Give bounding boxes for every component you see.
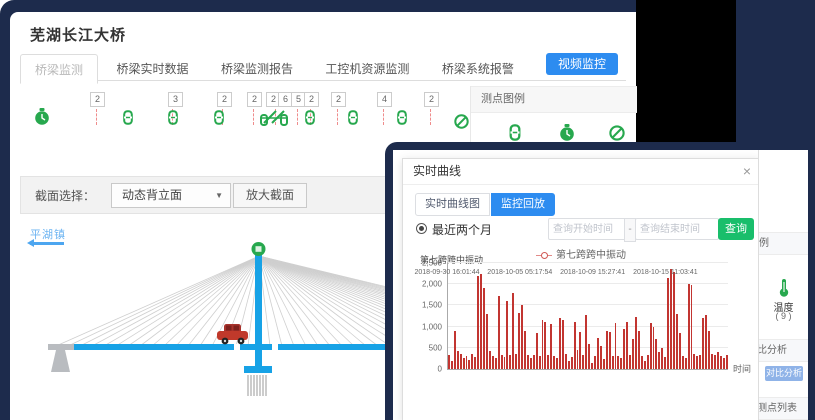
sensor-count-badge: 2 bbox=[304, 92, 319, 107]
chain-link-icon[interactable] bbox=[397, 110, 407, 125]
dialog-header: 实时曲线 × bbox=[403, 159, 759, 185]
chain-link-icon[interactable] bbox=[123, 110, 133, 125]
tab-system-alarm[interactable]: 桥梁系统报警 bbox=[428, 54, 528, 82]
alarm-point-list-title: 报警测点列表 bbox=[759, 397, 808, 420]
video-monitor-button[interactable]: 视频监控 bbox=[546, 53, 618, 75]
dialog-title: 实时曲线 bbox=[413, 164, 461, 178]
dashed-connector bbox=[297, 109, 298, 125]
tab-ipc-resource[interactable]: 工控机资源监测 bbox=[311, 54, 423, 82]
dashed-connector bbox=[96, 109, 97, 125]
chain-link-icon[interactable] bbox=[348, 110, 358, 125]
end-time-input[interactable] bbox=[635, 218, 719, 240]
recent-two-months-radio[interactable] bbox=[416, 223, 427, 234]
chain-link-icon[interactable] bbox=[168, 110, 178, 125]
dashed-connector bbox=[430, 109, 431, 125]
chart-bars bbox=[448, 263, 728, 369]
sensor-count-badge: 3 bbox=[168, 92, 183, 107]
legend-panel-title: 测点图例 bbox=[471, 86, 637, 113]
sensor-count-badge: 2 bbox=[217, 92, 232, 107]
ban-icon[interactable] bbox=[454, 114, 469, 129]
recent-two-months-label: 最近两个月 bbox=[432, 221, 492, 238]
bridge-pier bbox=[48, 344, 74, 372]
chain-link-icon bbox=[509, 124, 521, 141]
section-select-value: 动态背立面 bbox=[122, 188, 182, 202]
chain-link-icon[interactable] bbox=[214, 110, 224, 125]
legend-marker-icon bbox=[536, 255, 552, 256]
sensor-count-badge: 4 bbox=[377, 92, 392, 107]
modal-window: 实时曲线 × 实时曲线图 监控回放 最近两个月 - 查询 第七跨跨中振动 第七跨… bbox=[393, 150, 807, 420]
dashed-connector bbox=[253, 109, 254, 125]
side-legend-title: 测点图例 bbox=[759, 232, 808, 255]
start-time-input[interactable] bbox=[548, 218, 632, 240]
tab-bar: 桥梁监测 桥梁实时数据 桥梁监测报告 工控机资源监测 桥梁系统报警 视频监控 bbox=[20, 53, 626, 81]
sensor-count-badge: 2 bbox=[331, 92, 346, 107]
section-select[interactable]: 动态背立面 ▼ bbox=[111, 183, 231, 208]
sensor-count-badge: 2 bbox=[247, 92, 262, 107]
chart-xaxis-name: 时间 bbox=[733, 362, 751, 375]
section-select-label: 截面选择： bbox=[35, 187, 95, 204]
query-button[interactable]: 查询 bbox=[718, 218, 754, 240]
chart-yaxis: 05001,0001,5002,0002,500 bbox=[405, 263, 445, 369]
zoom-section-button[interactable]: 放大截面 bbox=[233, 183, 307, 208]
stopwatch-icon bbox=[559, 124, 575, 142]
chevron-down-icon: ▼ bbox=[215, 184, 223, 207]
legend-label: 第七跨跨中振动 bbox=[556, 250, 626, 261]
tab-bridge-monitor[interactable]: 桥梁监测 bbox=[20, 54, 98, 84]
modal-window-frame: 实时曲线 × 实时曲线图 监控回放 最近两个月 - 查询 第七跨跨中振动 第七跨… bbox=[385, 142, 815, 420]
side-panel: 测点图例 温度 ( 9 ) 对比分析 对比分析 报警测点列表 bbox=[758, 150, 808, 420]
compare-analysis-button[interactable]: 对比分析 bbox=[765, 366, 803, 381]
page-background: 芜湖长江大桥 桥梁监测 桥梁实时数据 桥梁监测报告 工控机资源监测 桥梁系统报警… bbox=[0, 0, 815, 420]
page-title: 芜湖长江大桥 bbox=[30, 24, 126, 45]
dashed-connector bbox=[337, 109, 338, 125]
thermometer-icon[interactable] bbox=[759, 278, 808, 298]
tab-realtime-curve[interactable]: 实时曲线图 bbox=[415, 193, 490, 216]
bearing-truss-icon[interactable] bbox=[260, 109, 288, 126]
ban-icon bbox=[609, 125, 625, 141]
realtime-curve-dialog: 实时曲线 × 实时曲线图 监控回放 最近两个月 - 查询 第七跨跨中振动 第七跨… bbox=[402, 158, 760, 420]
screen-black-region bbox=[636, 0, 736, 142]
tab-monitor-playback[interactable]: 监控回放 bbox=[491, 193, 555, 216]
sensor-count-badge: 2 bbox=[424, 92, 439, 107]
bridge-tower bbox=[255, 254, 262, 368]
tab-monitor-report[interactable]: 桥梁监测报告 bbox=[207, 54, 307, 82]
chain-link-icon[interactable] bbox=[305, 110, 315, 125]
stopwatch-icon[interactable] bbox=[34, 108, 50, 126]
compare-section-title: 对比分析 bbox=[759, 339, 808, 362]
chart-plot bbox=[447, 263, 728, 370]
bridge-foundation-cap bbox=[244, 366, 272, 373]
dashed-connector bbox=[383, 109, 384, 125]
close-icon[interactable]: × bbox=[743, 159, 751, 184]
sensor-count-badge: 2 bbox=[90, 92, 105, 107]
tab-realtime-data[interactable]: 桥梁实时数据 bbox=[102, 54, 202, 82]
temperature-count: ( 9 ) bbox=[759, 311, 808, 321]
